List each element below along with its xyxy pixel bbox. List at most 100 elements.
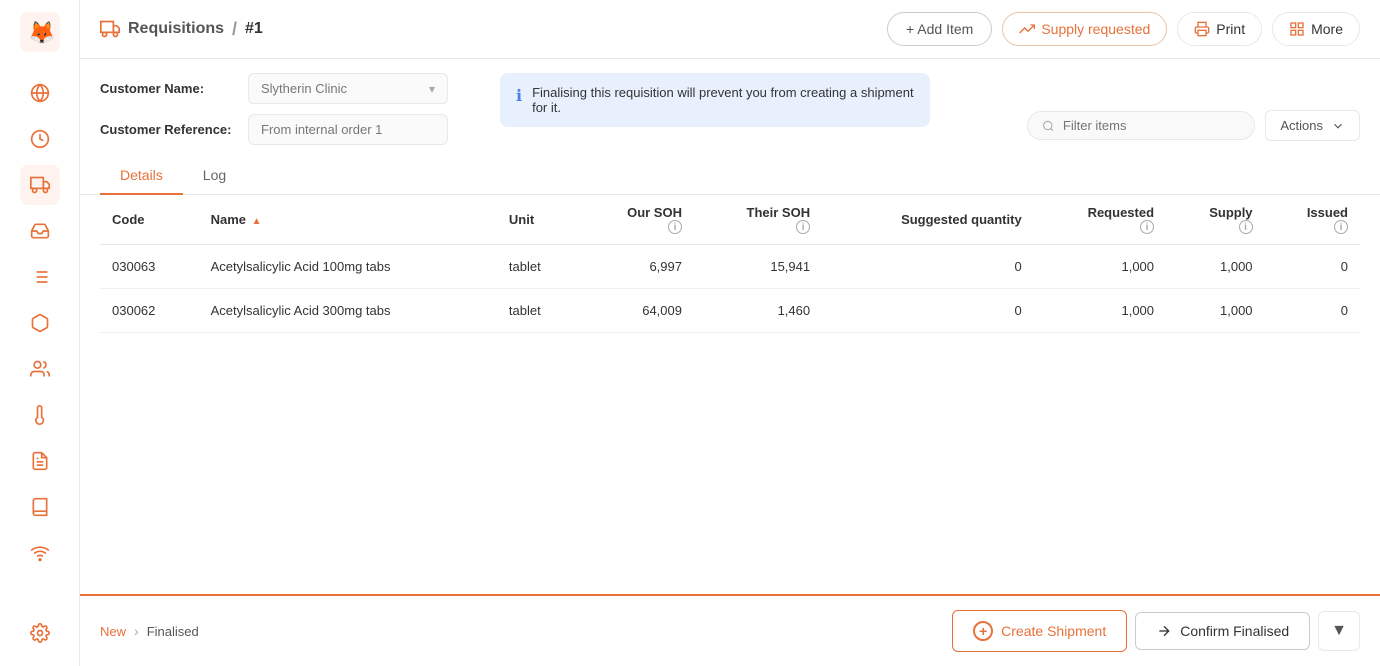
confirm-finalised-label: Confirm Finalised	[1180, 623, 1289, 639]
issued-info-icon: i	[1334, 220, 1348, 234]
create-shipment-button[interactable]: + Create Shipment	[952, 610, 1127, 652]
print-label: Print	[1216, 21, 1245, 37]
tab-log[interactable]: Log	[183, 157, 246, 195]
col-header-unit: Unit	[497, 195, 579, 245]
customer-name-row: Customer Name: Slytherin Clinic ▾	[100, 73, 480, 104]
app-logo: 🦊	[18, 10, 62, 54]
tabs: Details Log	[80, 157, 1380, 195]
more-icon	[1289, 21, 1305, 37]
sidebar-item-box[interactable]	[20, 303, 60, 343]
sidebar: 🦊	[0, 0, 80, 666]
col-header-our-soh: Our SOH i	[579, 195, 694, 245]
breadcrumb-root[interactable]: Requisitions	[128, 20, 224, 38]
main-content: Requisitions / #1 + Add Item Supply requ…	[80, 0, 1380, 666]
sidebar-item-thermometer[interactable]	[20, 395, 60, 435]
col-header-issued: Issued i	[1265, 195, 1360, 245]
col-header-code: Code	[100, 195, 199, 245]
sidebar-item-clock[interactable]	[20, 119, 60, 159]
create-shipment-icon: +	[973, 621, 993, 641]
customer-reference-value: From internal order 1	[261, 122, 382, 137]
sidebar-item-wifi[interactable]	[20, 533, 60, 573]
actions-dropdown[interactable]: Actions	[1265, 110, 1360, 141]
sidebar-item-globe[interactable]	[20, 73, 60, 113]
cell-our_soh: 6,997	[579, 245, 694, 289]
cell-supply: 1,000	[1166, 245, 1265, 289]
cell-unit: tablet	[497, 245, 579, 289]
col-header-suggested-quantity: Suggested quantity	[822, 195, 1034, 245]
table-body: 030063Acetylsalicylic Acid 100mg tabstab…	[100, 245, 1360, 333]
customer-name-value: Slytherin Clinic	[261, 81, 423, 96]
more-button[interactable]: More	[1272, 12, 1360, 46]
info-icon: ℹ	[516, 86, 522, 106]
breadcrumb-current: #1	[245, 20, 263, 38]
top-section: Customer Name: Slytherin Clinic ▾ Custom…	[80, 59, 1380, 145]
cell-code: 030062	[100, 289, 199, 333]
sidebar-item-users[interactable]	[20, 349, 60, 389]
cell-issued: 0	[1265, 289, 1360, 333]
sidebar-item-document[interactable]	[20, 441, 60, 481]
filter-items-text-input[interactable]	[1063, 118, 1240, 133]
cell-unit: tablet	[497, 289, 579, 333]
status-steps: New › Finalised	[100, 623, 199, 639]
cell-requested: 1,000	[1034, 289, 1166, 333]
their-soh-info-icon: i	[796, 220, 810, 234]
requested-info-icon: i	[1140, 220, 1154, 234]
cell-our_soh: 64,009	[579, 289, 694, 333]
chevron-down-icon: ▾	[429, 82, 435, 96]
info-banner: ℹ Finalising this requisition will preve…	[500, 73, 930, 127]
supply-info-icon: i	[1239, 220, 1253, 234]
customer-reference-label: Customer Reference:	[100, 122, 240, 137]
truck-icon	[100, 19, 120, 39]
customer-name-label: Customer Name:	[100, 81, 240, 96]
search-icon	[1042, 119, 1055, 133]
tab-details[interactable]: Details	[100, 157, 183, 195]
step-new: New	[100, 624, 126, 639]
sidebar-item-settings[interactable]	[20, 613, 60, 653]
items-table-container: Code Name ▲ Unit Our SOH i Their SOH	[80, 195, 1380, 594]
sidebar-bottom	[20, 610, 60, 656]
col-header-supply: Supply i	[1166, 195, 1265, 245]
customer-reference-field[interactable]: From internal order 1	[248, 114, 448, 145]
info-banner-text: Finalising this requisition will prevent…	[532, 85, 914, 115]
step-finalised: Finalised	[147, 624, 199, 639]
add-item-button[interactable]: + Add Item	[887, 12, 992, 46]
cell-supply: 1,000	[1166, 289, 1265, 333]
sidebar-item-book[interactable]	[20, 487, 60, 527]
more-label: More	[1311, 21, 1343, 37]
sort-icon: ▲	[252, 216, 262, 227]
page-header: Requisitions / #1 + Add Item Supply requ…	[80, 0, 1380, 59]
cell-name: Acetylsalicylic Acid 300mg tabs	[199, 289, 497, 333]
supply-requested-button[interactable]: Supply requested	[1002, 12, 1167, 46]
col-header-name[interactable]: Name ▲	[199, 195, 497, 245]
customer-name-field[interactable]: Slytherin Clinic ▾	[248, 73, 448, 104]
cell-their_soh: 15,941	[694, 245, 822, 289]
header-actions: + Add Item Supply requested Print More	[887, 12, 1360, 46]
footer-chevron-button[interactable]: ▼	[1318, 611, 1360, 651]
customer-reference-row: Customer Reference: From internal order …	[100, 114, 480, 145]
cell-requested: 1,000	[1034, 245, 1166, 289]
our-soh-info-icon: i	[668, 220, 682, 234]
page-footer: New › Finalised + Create Shipment Confir…	[80, 594, 1380, 666]
table-row[interactable]: 030062Acetylsalicylic Acid 300mg tabstab…	[100, 289, 1360, 333]
cell-name: Acetylsalicylic Acid 100mg tabs	[199, 245, 497, 289]
supply-requested-label: Supply requested	[1041, 21, 1150, 37]
arrow-right-icon	[1156, 623, 1172, 639]
step-arrow: ›	[134, 623, 139, 639]
cell-issued: 0	[1265, 245, 1360, 289]
sidebar-item-inbox[interactable]	[20, 211, 60, 251]
svg-text:🦊: 🦊	[28, 20, 55, 45]
chevron-down-icon	[1331, 119, 1345, 133]
sidebar-item-truck[interactable]	[20, 165, 60, 205]
table-row[interactable]: 030063Acetylsalicylic Acid 100mg tabstab…	[100, 245, 1360, 289]
cell-code: 030063	[100, 245, 199, 289]
breadcrumb-sep: /	[232, 19, 237, 40]
sidebar-item-list[interactable]	[20, 257, 60, 297]
cell-suggested_quantity: 0	[822, 245, 1034, 289]
col-header-requested: Requested i	[1034, 195, 1166, 245]
breadcrumb: Requisitions / #1	[100, 19, 263, 40]
col-header-their-soh: Their SOH i	[694, 195, 822, 245]
supply-icon	[1019, 21, 1035, 37]
filter-items-input[interactable]	[1027, 111, 1255, 140]
confirm-finalised-button[interactable]: Confirm Finalised	[1135, 612, 1310, 650]
print-button[interactable]: Print	[1177, 12, 1262, 46]
